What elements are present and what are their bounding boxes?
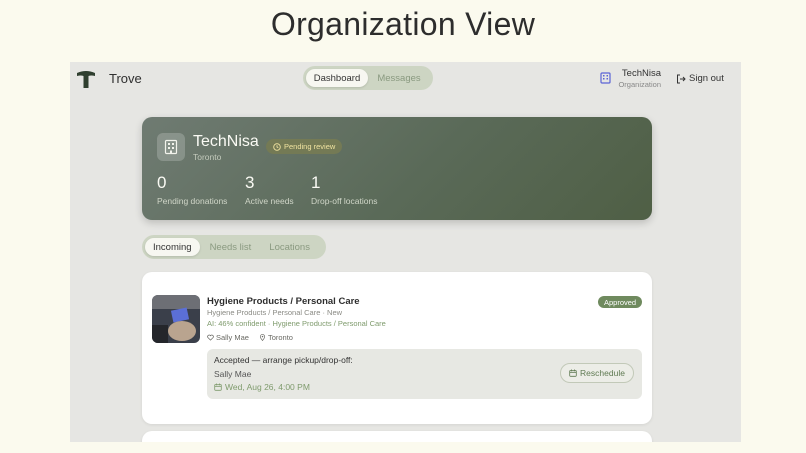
calendar-icon	[569, 369, 577, 377]
tab-locations[interactable]: Locations	[261, 238, 318, 256]
stat-label: Drop-off locations	[311, 196, 378, 206]
building-icon	[164, 139, 178, 155]
app-window: Trove Dashboard Messages TechNisa Organi…	[70, 62, 741, 442]
status-badge: Approved	[598, 296, 643, 308]
org-summary-card: TechNisa Toronto Pending review 0 Pendin…	[142, 117, 652, 220]
donor: Sally Mae	[207, 333, 249, 342]
section-tabs: Incoming Needs list Locations	[142, 235, 326, 259]
pending-review-badge: Pending review	[266, 139, 343, 154]
map-pin-icon	[259, 334, 265, 341]
org-role: Organization	[618, 80, 661, 89]
reschedule-button[interactable]: Reschedule	[560, 363, 634, 383]
stat-value: 3	[245, 173, 255, 192]
pickup-details: Accepted — arrange pickup/drop-off: Sall…	[207, 349, 642, 399]
reschedule-label: Reschedule	[580, 368, 625, 378]
clock-icon	[273, 142, 281, 151]
org-avatar	[157, 133, 185, 161]
donation-card-next[interactable]	[142, 431, 652, 442]
donor-name: Sally Mae	[216, 333, 249, 342]
stat-pending-donations: 0 Pending donations	[157, 173, 228, 207]
stat-value: 1	[311, 173, 321, 192]
stat-value: 0	[157, 173, 167, 192]
ai-classification: AI: 46% confident · Hygiene Products / P…	[207, 319, 386, 328]
donation-card[interactable]: Hygiene Products / Personal Care Hygiene…	[142, 272, 652, 424]
sign-out-icon	[677, 74, 686, 83]
location: Toronto	[259, 333, 293, 342]
pickup-date-text: Wed, Aug 26, 4:00 PM	[225, 382, 310, 392]
tab-needs-list[interactable]: Needs list	[202, 238, 260, 256]
nav-messages[interactable]: Messages	[368, 69, 430, 87]
donation-category: Hygiene Products / Personal Care · New	[207, 308, 343, 317]
pickup-datetime: Wed, Aug 26, 4:00 PM	[214, 382, 310, 392]
main-nav: Dashboard Messages	[303, 66, 433, 90]
brand-name: Trove	[109, 71, 142, 86]
top-bar: Trove Dashboard Messages TechNisa Organi…	[70, 62, 741, 96]
org-name: TechNisa	[621, 68, 661, 79]
heart-icon	[207, 334, 214, 341]
donation-meta: Sally Mae Toronto	[207, 333, 293, 342]
location-name: Toronto	[267, 333, 293, 342]
stat-label: Pending donations	[157, 196, 228, 206]
calendar-icon	[214, 383, 222, 391]
stat-active-needs: 3 Active needs	[245, 173, 294, 207]
sign-out-button[interactable]: Sign out	[676, 73, 724, 84]
stat-dropoff-locations: 1 Drop-off locations	[311, 173, 378, 207]
donation-title: Hygiene Products / Personal Care	[207, 296, 360, 307]
accepted-heading: Accepted — arrange pickup/drop-off:	[214, 355, 353, 365]
trove-logo-icon[interactable]	[76, 68, 96, 90]
nav-dashboard[interactable]: Dashboard	[306, 69, 368, 87]
donation-photo	[152, 295, 200, 343]
pending-review-label: Pending review	[284, 142, 336, 151]
page-title: Organization View	[270, 6, 536, 42]
tab-incoming[interactable]: Incoming	[145, 238, 200, 256]
org-city: Toronto	[193, 152, 222, 162]
sign-out-label: Sign out	[689, 73, 724, 84]
accepted-donor: Sally Mae	[214, 369, 252, 379]
stat-label: Active needs	[245, 196, 294, 206]
org-title: TechNisa	[193, 133, 259, 150]
